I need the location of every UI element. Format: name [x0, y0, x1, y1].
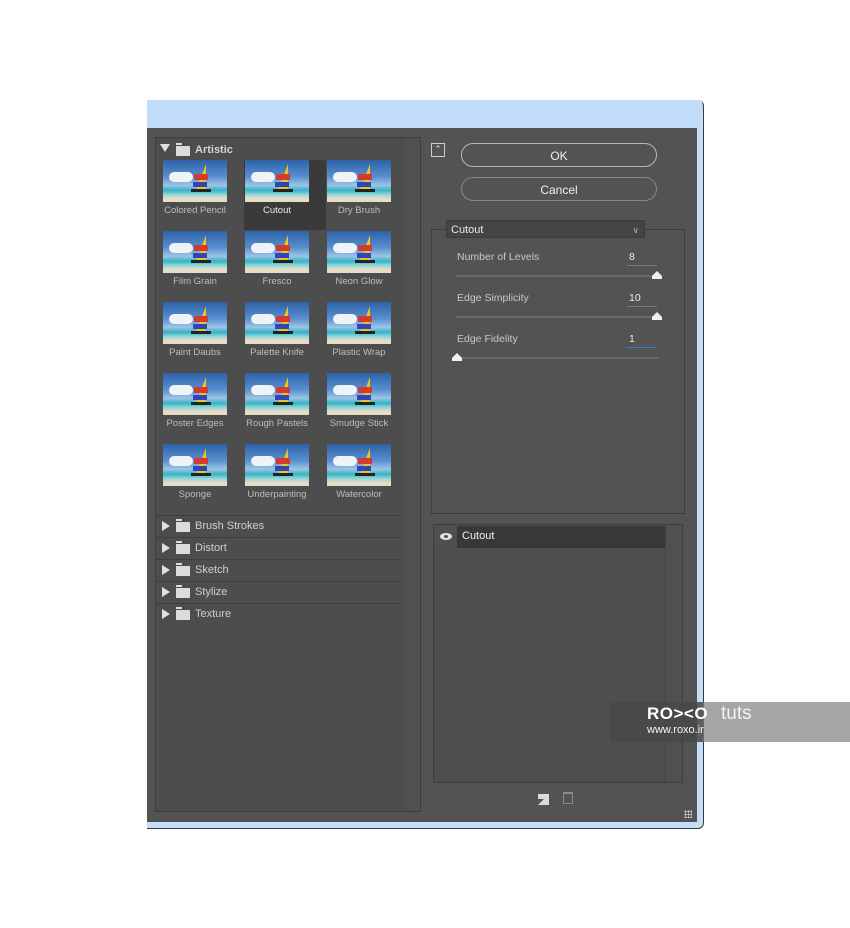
filter-preview-image — [327, 231, 391, 273]
filter-thumbnail[interactable]: Dry Brush — [326, 160, 408, 230]
filter-preview-image — [327, 444, 391, 486]
effect-layer-row[interactable]: Cutout — [435, 526, 665, 548]
cancel-button[interactable]: Cancel — [461, 177, 657, 201]
eye-icon — [440, 533, 452, 540]
category-row[interactable]: Sketch — [156, 559, 402, 581]
double-chevron-up-icon: ⌃ — [434, 144, 442, 154]
category-row[interactable]: Brush Strokes — [156, 515, 402, 537]
folder-icon — [176, 607, 190, 620]
param-value-input[interactable]: 10 — [627, 292, 657, 307]
param-slider[interactable] — [456, 357, 659, 359]
filter-label: Fresco — [262, 276, 292, 287]
filter-preview-image — [327, 160, 391, 202]
filter-label: Paint Daubs — [169, 347, 221, 358]
filter-thumbnail[interactable]: Watercolor — [326, 444, 408, 514]
param-value-input[interactable]: 1 — [627, 333, 657, 348]
filter-settings-panel — [431, 229, 685, 514]
filter-label: Cutout — [263, 205, 291, 216]
filter-preview-image — [163, 444, 227, 486]
watermark-suffix: tuts — [721, 703, 752, 724]
new-effect-layer-icon[interactable] — [538, 794, 549, 805]
folder-icon — [176, 143, 190, 156]
filter-select[interactable]: Cutout ∨ — [446, 220, 645, 238]
filter-browser: Artistic Colored Pencil Cutout Dry Brush Fi… — [155, 137, 421, 812]
chevron-down-icon: ∨ — [632, 225, 639, 235]
filter-preview-image — [245, 444, 309, 486]
filter-thumbnail[interactable]: Poster Edges — [162, 373, 244, 443]
filter-preview-image — [163, 373, 227, 415]
slider-handle[interactable] — [652, 271, 662, 279]
filter-label: Colored Pencil — [164, 205, 226, 216]
filter-label: Smudge Stick — [329, 418, 389, 429]
filter-preview-image — [245, 373, 309, 415]
filter-label: Dry Brush — [337, 205, 381, 216]
filter-label: Watercolor — [336, 489, 382, 500]
filter-label: Film Grain — [173, 276, 217, 287]
visibility-toggle[interactable] — [435, 526, 457, 548]
filter-label: Sponge — [178, 489, 212, 500]
folder-icon — [176, 563, 190, 576]
category-row[interactable]: Distort — [156, 537, 402, 559]
filter-thumbnail[interactable]: Fresco — [244, 231, 326, 301]
expand-triangle-icon — [162, 609, 170, 619]
title-bar[interactable] — [147, 100, 702, 128]
filter-label: Rough Pastels — [246, 418, 308, 429]
filter-label: Poster Edges — [166, 418, 224, 429]
watermark: RO><O tuts www.roxo.ir — [610, 702, 850, 742]
filter-thumbnail[interactable]: Smudge Stick — [326, 373, 408, 443]
collapse-gallery-button[interactable]: ⌃ — [431, 143, 445, 157]
folder-icon — [176, 585, 190, 598]
filter-thumbnail[interactable]: Cutout — [244, 160, 326, 230]
category-row[interactable]: Texture — [156, 603, 402, 625]
filter-preview-image — [163, 160, 227, 202]
filter-label: Neon Glow — [335, 276, 383, 287]
param-label: Edge Fidelity — [457, 333, 518, 345]
filter-preview-image — [245, 160, 309, 202]
folder-icon — [176, 541, 190, 554]
watermark-url: www.roxo.ir — [647, 724, 704, 736]
filter-label: Plastic Wrap — [332, 347, 386, 358]
param-label: Edge Simplicity — [457, 292, 529, 304]
filter-preview-image — [245, 302, 309, 344]
expand-triangle-icon — [162, 565, 170, 575]
trash-icon[interactable] — [563, 792, 573, 804]
category-row[interactable]: Stylize — [156, 581, 402, 603]
filter-preview-image — [245, 231, 309, 273]
filter-preview-image — [327, 302, 391, 344]
ok-button[interactable]: OK — [461, 143, 657, 167]
filter-thumbnail[interactable]: Paint Daubs — [162, 302, 244, 372]
filter-preview-image — [327, 373, 391, 415]
expand-triangle-icon — [162, 587, 170, 597]
resize-grip-icon[interactable] — [684, 810, 692, 818]
filter-thumbnail[interactable]: Plastic Wrap — [326, 302, 408, 372]
folder-icon — [176, 519, 190, 532]
filter-thumbnail[interactable]: Neon Glow — [326, 231, 408, 301]
param-slider[interactable] — [456, 316, 659, 318]
slider-handle[interactable] — [652, 312, 662, 320]
filter-preview-image — [163, 302, 227, 344]
layers-scrollbar[interactable] — [665, 525, 682, 782]
watermark-brand: RO><O — [647, 704, 709, 723]
filter-thumbnail[interactable]: Colored Pencil — [162, 160, 244, 230]
slider-handle[interactable] — [452, 353, 462, 361]
param-label: Number of Levels — [457, 251, 540, 263]
expand-triangle-icon — [160, 144, 170, 152]
param-slider[interactable] — [456, 275, 659, 277]
param-value-input[interactable]: 8 — [627, 251, 657, 266]
effect-layers-panel: Cutout — [433, 524, 683, 783]
filter-label: Palette Knife — [250, 347, 304, 358]
filter-thumbnail[interactable]: Rough Pastels — [244, 373, 326, 443]
filter-thumbnail[interactable]: Film Grain — [162, 231, 244, 301]
filter-label: Underpainting — [247, 489, 307, 500]
filter-thumbnail[interactable]: Sponge — [162, 444, 244, 514]
filter-thumbnail[interactable]: Palette Knife — [244, 302, 326, 372]
category-artistic[interactable]: Artistic — [156, 140, 402, 160]
filter-preview-image — [163, 231, 227, 273]
filter-thumbnail[interactable]: Underpainting — [244, 444, 326, 514]
expand-triangle-icon — [162, 521, 170, 531]
expand-triangle-icon — [162, 543, 170, 553]
